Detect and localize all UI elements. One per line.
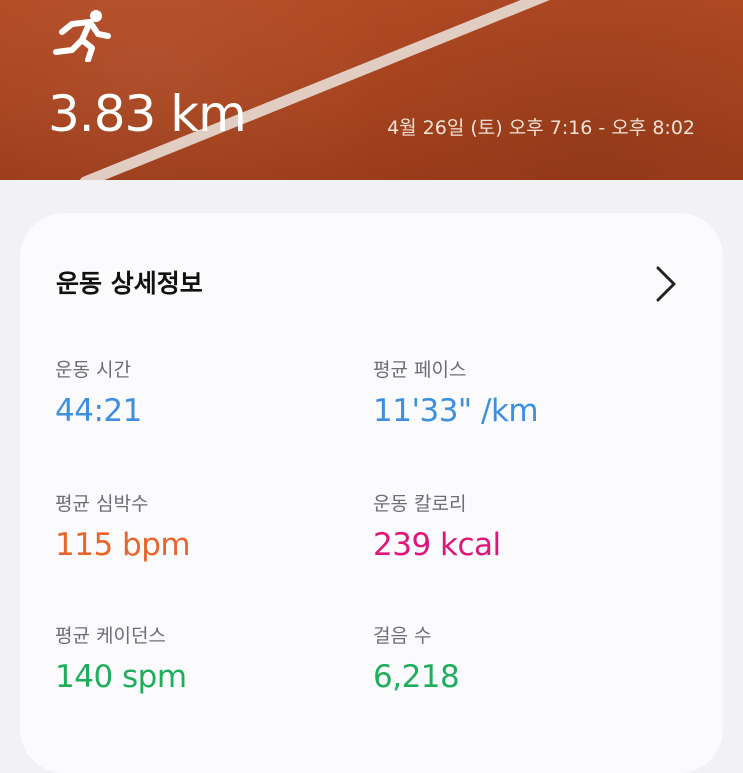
stat-duration: 운동 시간 44:21 — [55, 357, 355, 431]
stat-calories: 운동 칼로리 239 kcal — [373, 491, 673, 565]
card-title: 운동 상세정보 — [56, 269, 203, 298]
workout-hero-banner: 3.83 km 4월 26일 (토) 오후 7:16 - 오후 8:02 — [0, 0, 743, 180]
chevron-right-icon[interactable] — [652, 264, 680, 304]
stat-steps: 걸음 수 6,218 — [373, 623, 673, 697]
stat-avg-pace: 평균 페이스 11'33" /km — [373, 357, 673, 431]
stat-label: 평균 케이던스 — [55, 625, 166, 647]
stat-label: 걸음 수 — [373, 625, 432, 647]
workout-details-card[interactable]: 운동 상세정보 운동 시간 44:21 평균 페이스 11'33" /km 평균… — [20, 213, 723, 773]
workout-datetime: 4월 26일 (토) 오후 7:16 - 오후 8:02 — [387, 117, 695, 139]
stat-label: 운동 칼로리 — [373, 493, 467, 515]
stat-value: 115 bpm — [55, 527, 191, 563]
running-person-icon — [53, 10, 111, 62]
stat-avg-cadence: 평균 케이던스 140 spm — [55, 623, 355, 697]
stat-value: 44:21 — [55, 393, 142, 429]
stat-label: 평균 심박수 — [55, 493, 149, 515]
stat-label: 평균 페이스 — [373, 359, 467, 381]
stat-value: 239 kcal — [373, 527, 501, 563]
stat-avg-heart-rate: 평균 심박수 115 bpm — [55, 491, 355, 565]
stat-value: 11'33" /km — [373, 393, 539, 429]
stat-value: 6,218 — [373, 659, 460, 695]
stat-value: 140 spm — [55, 659, 187, 695]
stat-label: 운동 시간 — [55, 359, 131, 381]
workout-distance: 3.83 km — [48, 85, 247, 143]
